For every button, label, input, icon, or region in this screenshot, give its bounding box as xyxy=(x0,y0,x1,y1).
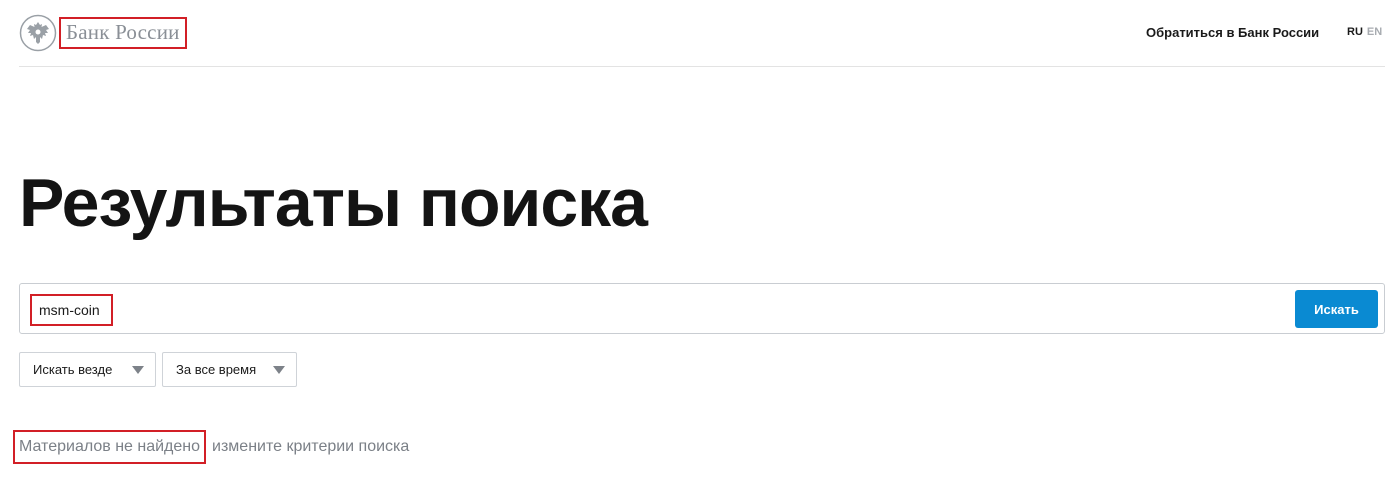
site-header: Банк России Обратиться в Банк России RU E… xyxy=(19,0,1385,67)
chevron-down-icon xyxy=(132,366,144,374)
search-hint-text: измените критерии поиска xyxy=(212,438,410,455)
lang-en[interactable]: EN xyxy=(1367,26,1382,38)
eagle-emblem-icon xyxy=(19,14,57,52)
page: Банк России Обратиться в Банк России RU E… xyxy=(0,0,1400,497)
logo-name: Банк России xyxy=(59,17,187,49)
search-bar: Искать xyxy=(19,283,1385,334)
contact-bank-link[interactable]: Обратиться в Банк России xyxy=(1146,25,1319,40)
language-switcher: RU EN xyxy=(1347,26,1382,38)
chevron-down-icon xyxy=(273,366,285,374)
search-button[interactable]: Искать xyxy=(1295,290,1378,328)
no-results-text: Материалов не найдено xyxy=(13,430,207,464)
lang-ru[interactable]: RU xyxy=(1347,26,1363,38)
period-select-value: За все время xyxy=(176,362,257,377)
search-input[interactable] xyxy=(30,294,113,326)
scope-select-value: Искать везде xyxy=(33,362,113,377)
page-title: Результаты поиска xyxy=(19,165,648,241)
logo[interactable]: Банк России xyxy=(19,14,187,52)
search-result-message: Материалов не найдено измените критерии … xyxy=(13,430,409,464)
period-select[interactable]: За все время xyxy=(162,352,297,387)
scope-select[interactable]: Искать везде xyxy=(19,352,156,387)
